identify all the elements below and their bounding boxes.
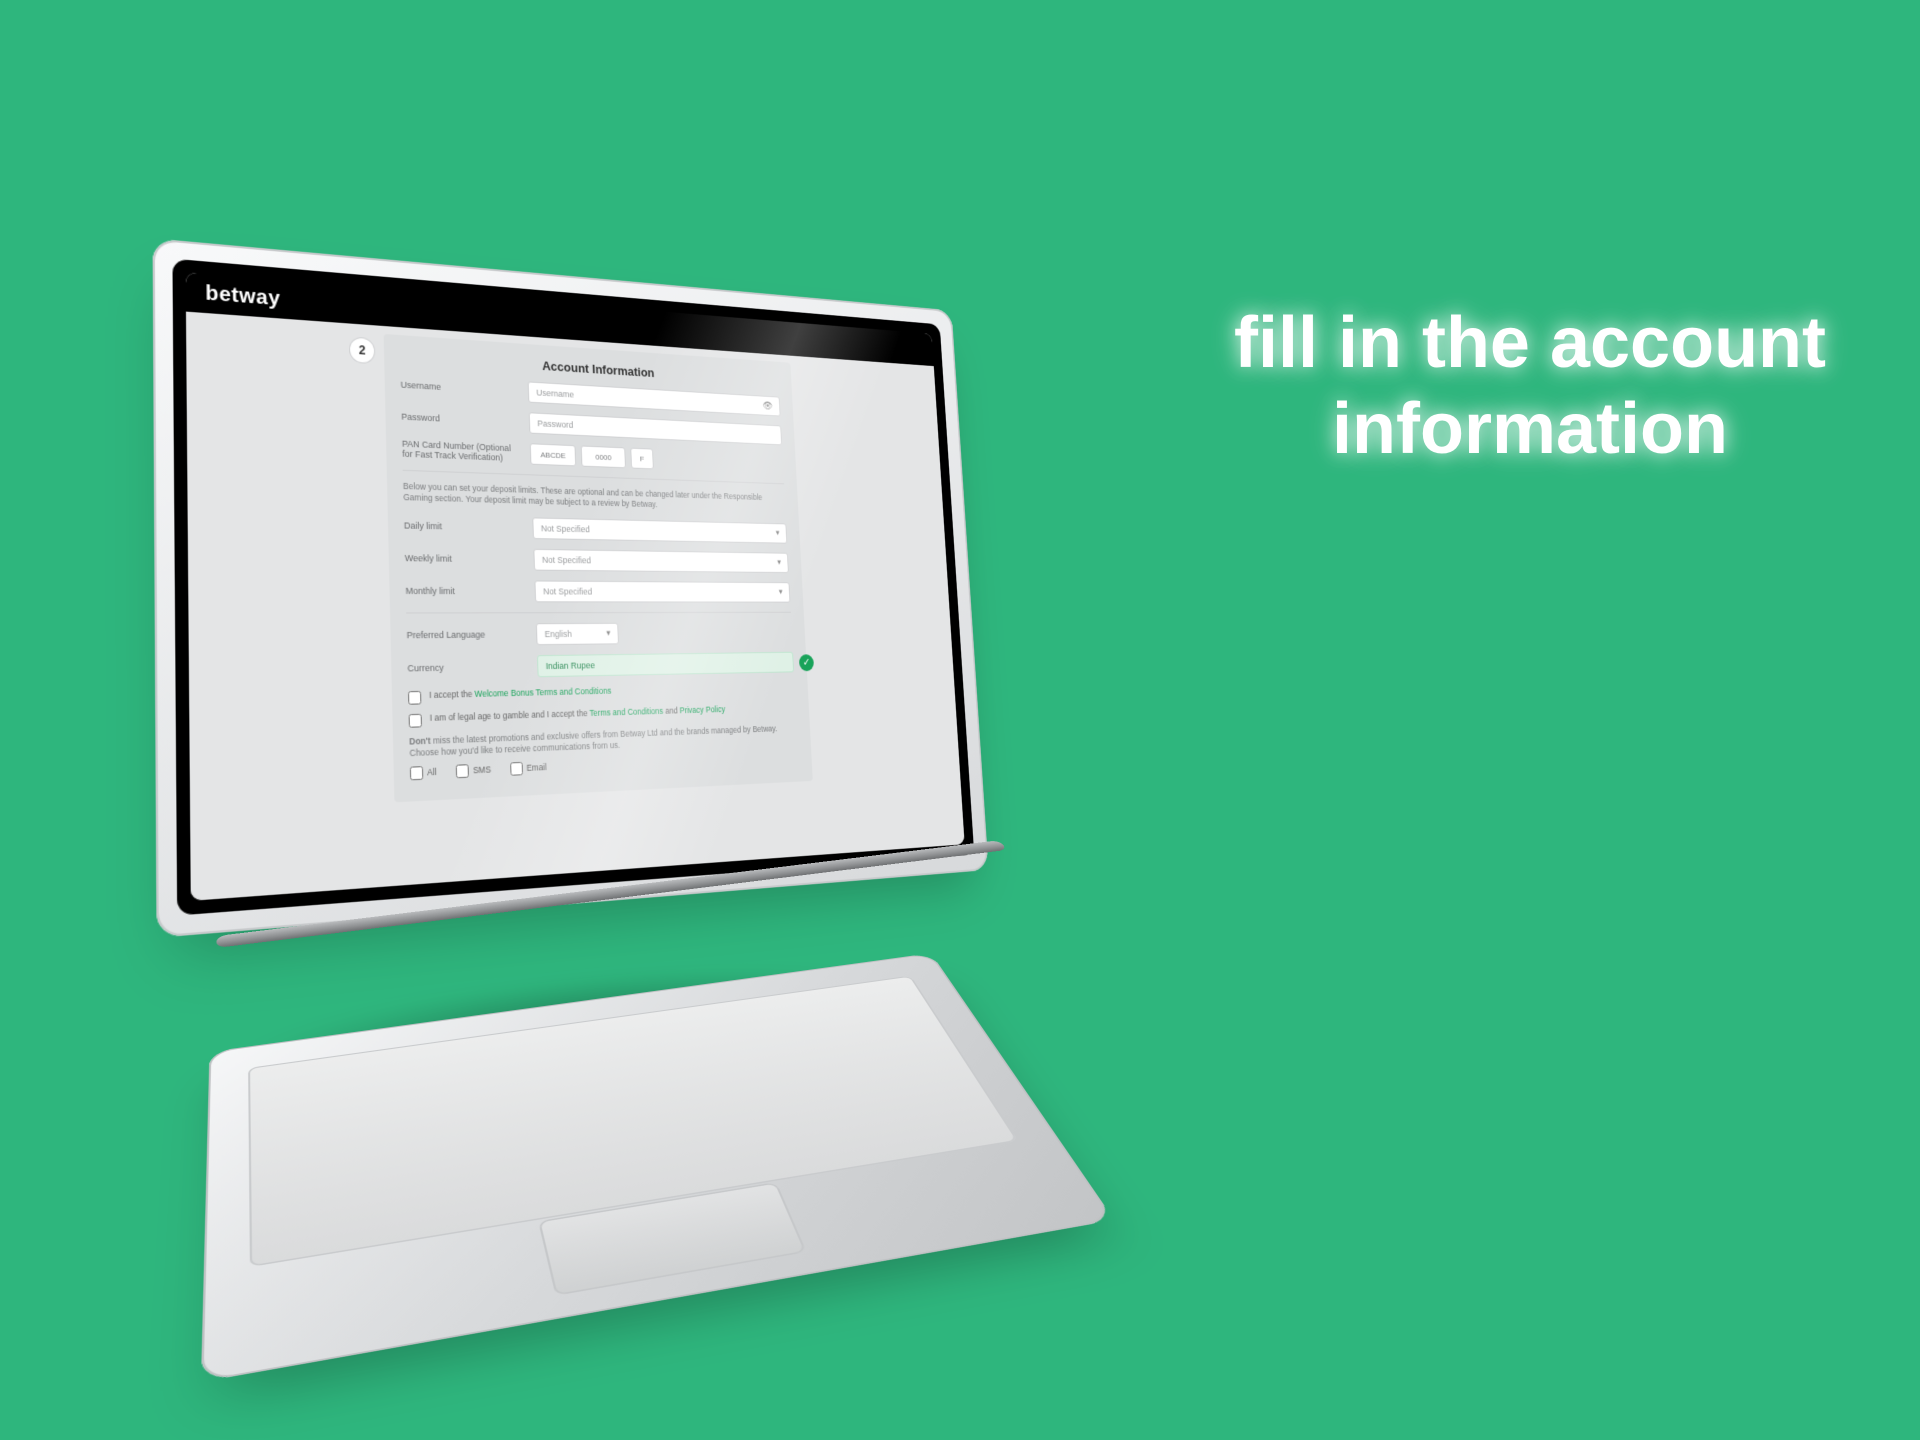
comm-email[interactable]: Email — [510, 761, 547, 776]
pan-seg-1[interactable]: ABCDE — [530, 443, 576, 466]
language-label: Preferred Language — [407, 629, 524, 640]
weekly-label: Weekly limit — [405, 553, 521, 565]
comm-all[interactable]: All — [410, 765, 437, 780]
currency-label: Currency — [407, 661, 524, 673]
monthly-label: Monthly limit — [405, 586, 521, 597]
step-badge: 2 — [350, 338, 375, 364]
password-label: Password — [401, 412, 516, 428]
checkbox-bonus-terms[interactable]: I accept the Welcome Bonus Terms and Con… — [408, 682, 795, 705]
chk2-pre: I am of legal age to gamble and I accept… — [430, 708, 590, 723]
laptop-lid: betway 2 Account Information Username Us… — [153, 238, 989, 938]
username-label: Username — [400, 380, 515, 396]
pan-segments: ABCDE 0000 F — [530, 443, 654, 469]
currency-value: Indian Rupee — [546, 660, 596, 671]
visibility-icon[interactable]: 👁 — [762, 401, 773, 412]
username-placeholder: Username — [536, 388, 574, 400]
comm-email-label: Email — [526, 762, 546, 773]
comm-sms[interactable]: SMS — [456, 763, 491, 778]
check-icon: ✓ — [799, 654, 814, 671]
chevron-down-icon: ▾ — [779, 587, 783, 597]
daily-value: Not Specified — [541, 523, 590, 534]
bonus-terms-link[interactable]: Welcome Bonus Terms and Conditions — [474, 686, 611, 699]
checkbox-input[interactable] — [456, 764, 469, 778]
chevron-down-icon: ▾ — [606, 628, 610, 639]
chk1-pre: I accept the — [429, 689, 475, 700]
weekly-select[interactable]: Not Specified ▾ — [533, 549, 788, 573]
currency-select[interactable]: Indian Rupee ✓ — [537, 652, 794, 677]
divider — [406, 612, 791, 614]
account-info-panel: 2 Account Information Username Username … — [384, 334, 813, 802]
checkbox-input[interactable] — [510, 762, 523, 776]
pan-label: PAN Card Number (Optional for Fast Track… — [402, 439, 518, 464]
checkbox-input[interactable] — [410, 766, 423, 780]
pan-seg-3[interactable]: F — [630, 448, 653, 470]
language-value: English — [544, 629, 572, 639]
weekly-value: Not Specified — [542, 555, 591, 565]
screen: betway 2 Account Information Username Us… — [186, 272, 965, 901]
pan-seg-2[interactable]: 0000 — [581, 445, 626, 468]
checkbox-input[interactable] — [408, 691, 421, 705]
deposit-note: Below you can set your deposit limits. T… — [403, 481, 786, 514]
chk2-mid: and — [665, 705, 680, 715]
comm-all-label: All — [427, 767, 437, 778]
username-input[interactable]: Username 👁 — [528, 381, 781, 416]
password-placeholder: Password — [537, 418, 573, 429]
privacy-link[interactable]: Privacy Policy — [679, 704, 725, 715]
password-input[interactable]: Password — [529, 412, 782, 445]
comm-bold: Don't — [409, 735, 431, 746]
monthly-select[interactable]: Not Specified ▾ — [534, 580, 790, 602]
language-select[interactable]: English ▾ — [536, 623, 619, 645]
trackpad — [538, 1182, 807, 1296]
chevron-down-icon: ▾ — [777, 558, 781, 568]
checkbox-input[interactable] — [409, 714, 422, 728]
headline-text: fill in the account information — [1200, 300, 1860, 473]
terms-link[interactable]: Terms and Conditions — [589, 706, 663, 718]
comm-sms-label: SMS — [473, 765, 491, 776]
monthly-value: Not Specified — [543, 586, 592, 596]
laptop-mockup: betway 2 Account Information Username Us… — [50, 110, 1150, 1310]
page-background: 2 Account Information Username Username … — [186, 312, 965, 901]
chevron-down-icon: ▾ — [776, 528, 780, 538]
brand-logo: betway — [205, 281, 280, 310]
daily-label: Daily limit — [404, 520, 520, 532]
daily-select[interactable]: Not Specified ▾ — [532, 517, 787, 543]
